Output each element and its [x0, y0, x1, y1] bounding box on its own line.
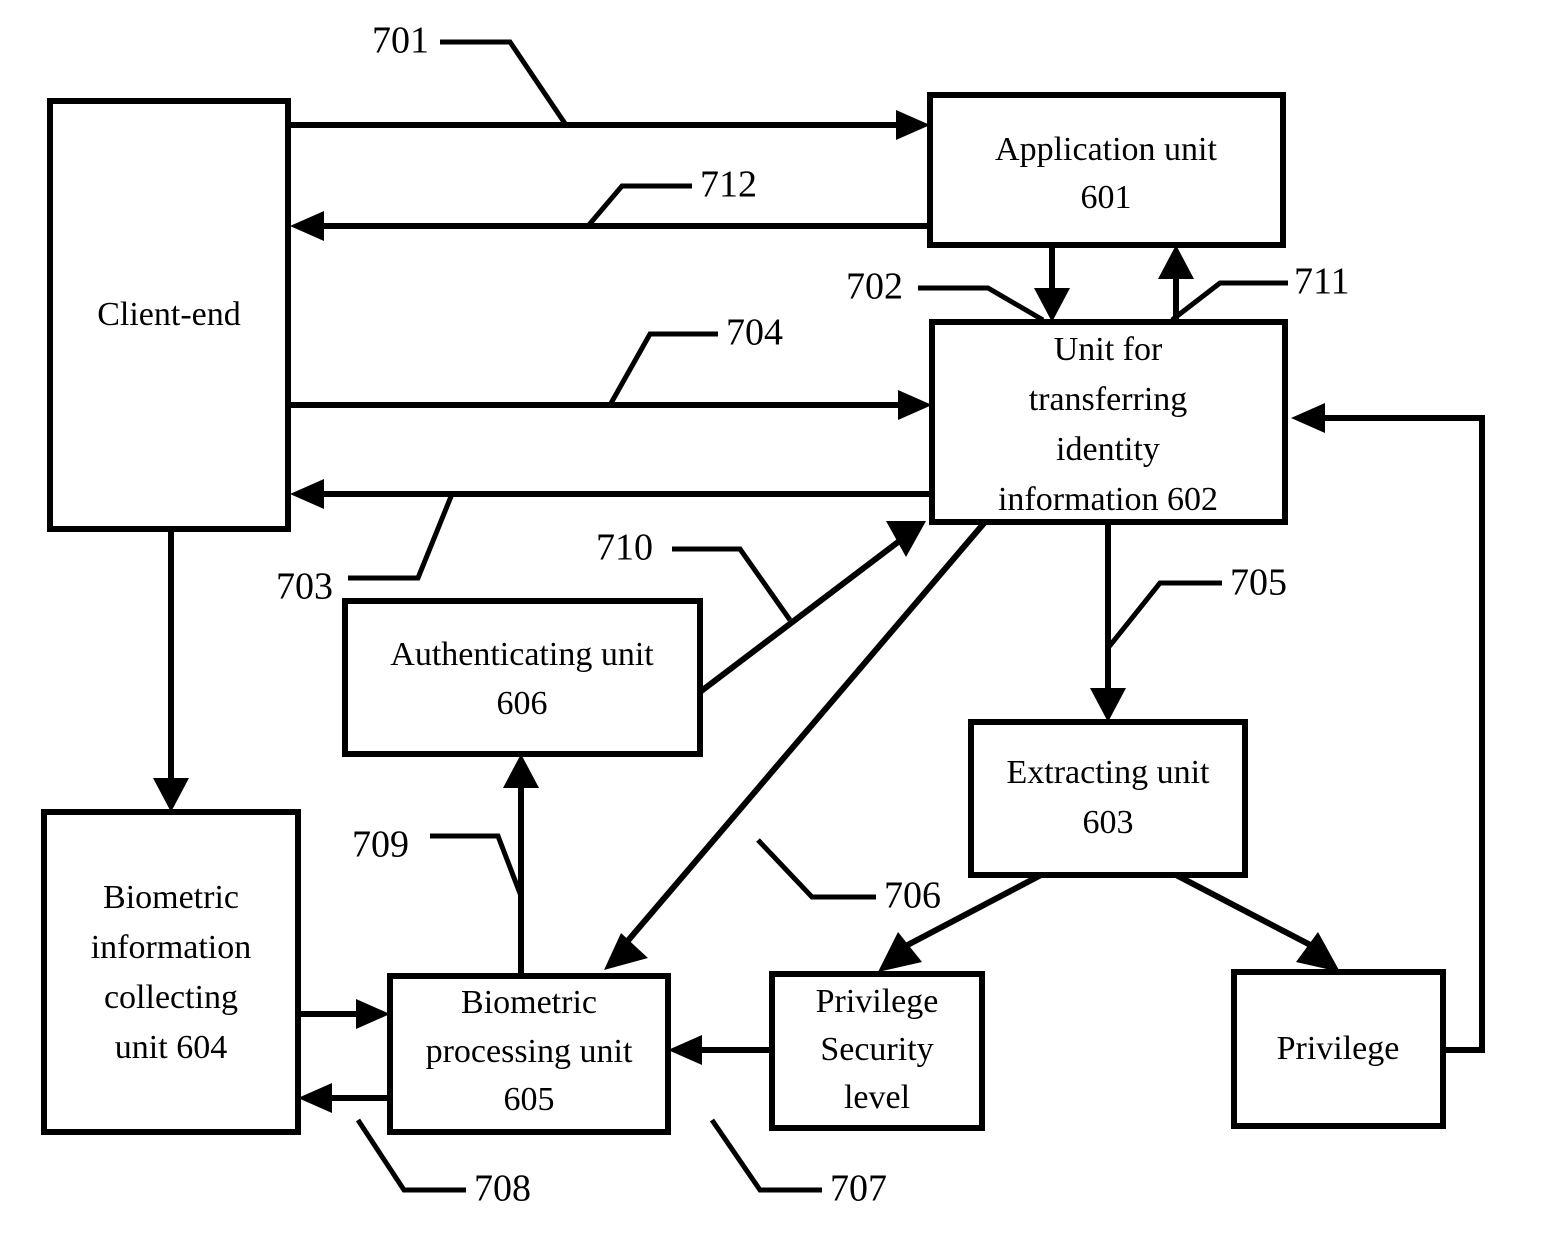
ref-numeral-702: 702	[846, 266, 903, 308]
ref-numeral-711: 711	[1294, 261, 1350, 303]
box-privilege-label-0: Privilege	[1277, 1030, 1400, 1067]
box-biometric-collecting-unit-label-1: information	[91, 929, 252, 966]
leader-703	[348, 493, 455, 581]
box-privilege-security-level-label-2: level	[844, 1079, 910, 1116]
leader-709	[430, 833, 524, 897]
box-authenticating-unit-label-0: Authenticating unit	[390, 636, 654, 673]
connector-client-to-collecting	[153, 528, 189, 812]
ref-numeral-707: 707	[830, 1168, 887, 1210]
box-client-end[interactable]: Client-end	[47, 98, 291, 532]
ref-numeral-701: 701	[372, 20, 429, 62]
leader-712	[586, 183, 692, 228]
box-transfer-unit-label-2: identity	[1056, 431, 1160, 468]
ref-numeral-709: 709	[352, 824, 409, 866]
box-privilege-security-level-label-1: Security	[820, 1031, 933, 1068]
connector-collecting-to-processing	[298, 999, 390, 1029]
box-extracting-unit-label-0: Extracting unit	[1006, 754, 1210, 791]
leader-711	[1170, 280, 1288, 322]
connector-712	[290, 211, 930, 241]
leader-702	[918, 285, 1045, 323]
box-extracting-unit-label-1: 603	[1083, 804, 1134, 841]
box-biometric-processing-unit-label-2: 605	[504, 1081, 555, 1118]
ref-numeral-705: 705	[1230, 562, 1287, 604]
leader-704	[607, 331, 718, 407]
box-biometric-collecting-unit-label-0: Biometric	[103, 879, 239, 916]
box-biometric-collecting-unit-label-2: collecting	[104, 979, 238, 1016]
box-client-end-label-0: Client-end	[97, 296, 241, 333]
ref-numeral-703: 703	[276, 566, 333, 608]
box-application-unit-label-1: 601	[1081, 179, 1132, 216]
box-biometric-collecting-unit[interactable]: Biometric information collecting unit 60…	[41, 809, 301, 1135]
box-biometric-collecting-unit-label-3: unit 604	[115, 1029, 227, 1066]
ref-numeral-704: 704	[726, 312, 783, 354]
ref-numeral-710: 710	[596, 527, 653, 569]
connector-702	[1034, 245, 1070, 322]
box-privilege-security-level-label-0: Privilege	[816, 983, 939, 1020]
connector-extracting-to-privilege	[1174, 872, 1340, 972]
box-privilege-security-level[interactable]: Privilege Security level	[769, 971, 985, 1131]
connector-705	[1090, 522, 1126, 722]
connector-708	[298, 1083, 390, 1113]
box-privilege[interactable]: Privilege	[1231, 969, 1446, 1129]
ref-numeral-706: 706	[884, 875, 941, 917]
box-transfer-unit[interactable]: Unit for transferring identity informati…	[929, 319, 1288, 525]
connector-703	[290, 479, 932, 509]
box-application-unit-label-0: Application unit	[995, 131, 1217, 168]
leader-706	[756, 838, 876, 900]
box-application-unit[interactable]: Application unit 601	[927, 92, 1286, 248]
figure-canvas: Client-end Application unit 601 Unit for…	[0, 0, 1542, 1241]
box-authenticating-unit-label-1: 606	[497, 685, 548, 722]
box-extracting-unit[interactable]: Extracting unit 603	[968, 719, 1248, 878]
box-biometric-processing-unit-label-1: processing unit	[426, 1033, 633, 1070]
connector-701	[290, 110, 930, 140]
leader-701	[440, 39, 569, 127]
ref-numeral-708: 708	[474, 1168, 531, 1210]
box-biometric-processing-unit-label-0: Biometric	[461, 984, 597, 1021]
connector-711	[1158, 245, 1194, 322]
box-authenticating-unit[interactable]: Authenticating unit 606	[342, 598, 703, 757]
block-diagram-svg: Client-end Application unit 601 Unit for…	[41, 20, 1485, 1210]
leader-705	[1106, 580, 1222, 650]
connector-707	[668, 1035, 772, 1065]
box-transfer-unit-label-3: information 602	[998, 481, 1218, 518]
box-transfer-unit-label-0: Unit for	[1054, 331, 1163, 368]
box-biometric-processing-unit[interactable]: Biometric processing unit 605	[387, 973, 671, 1135]
ref-numeral-712: 712	[700, 164, 757, 206]
box-transfer-unit-label-1: transferring	[1029, 381, 1188, 418]
